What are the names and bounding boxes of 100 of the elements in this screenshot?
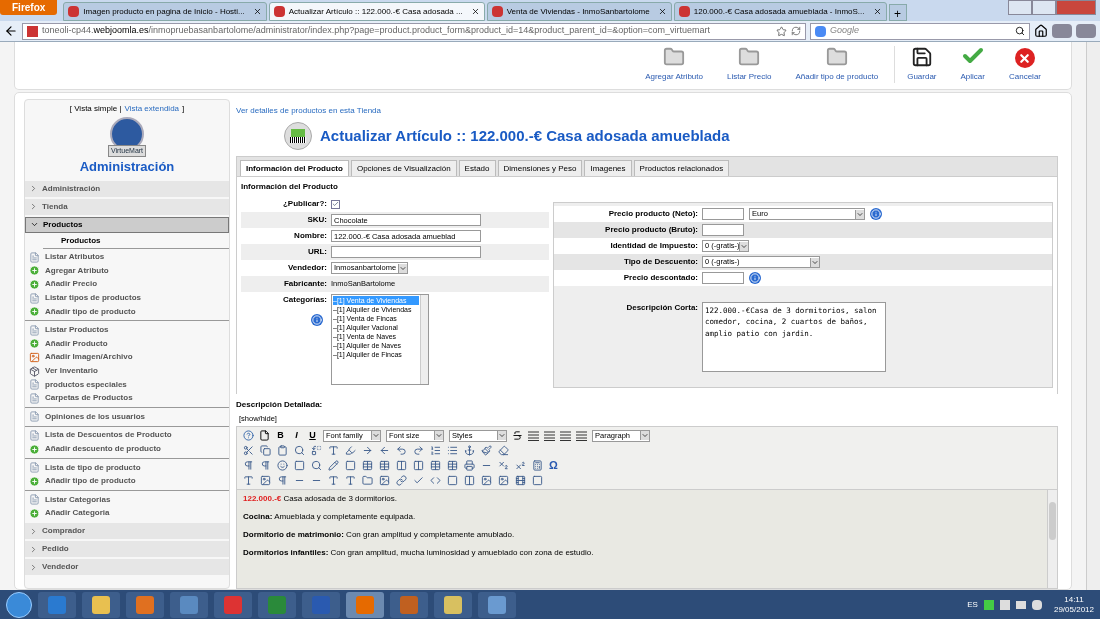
menu-link[interactable]: Listar Atributos [45, 251, 105, 264]
text-field[interactable] [702, 272, 744, 284]
reload-icon[interactable] [791, 26, 801, 36]
menu-link[interactable]: Ver Inventario [45, 365, 98, 378]
browser-tab[interactable]: Actualizar Artículo :: 122.000.-€ Casa adosada ... [268, 2, 485, 21]
tab[interactable]: Opciones de Visualización [350, 160, 457, 176]
tab[interactable]: Estado [458, 160, 496, 176]
menu-section[interactable]: Administración [25, 180, 229, 197]
search-field[interactable]: Google [810, 22, 1030, 40]
details-link[interactable]: Ver detalles de productos en esta Tienda [236, 105, 1058, 117]
image-icon[interactable] [260, 475, 271, 487]
new-document-icon[interactable] [259, 430, 270, 442]
numbered-list-icon[interactable] [430, 445, 441, 457]
menu-link[interactable]: Añadir descuento de producto [45, 443, 161, 455]
highlighter-icon[interactable] [345, 445, 356, 457]
menu-link[interactable]: productos especiales [45, 378, 127, 391]
menu-link[interactable]: Añadir tipo de producto [45, 305, 136, 318]
close-icon[interactable] [470, 7, 480, 16]
image-icon[interactable] [379, 475, 390, 487]
submenu-heading[interactable]: Productos [43, 233, 229, 249]
browser-tab[interactable]: Venta de Viviendas - InmoSanbartolome [486, 2, 672, 21]
toolbar-button[interactable]: Guardar [894, 46, 949, 83]
table-icon[interactable] [447, 460, 458, 472]
toolbar-button[interactable]: Aplicar [948, 44, 997, 83]
paragraph-icon[interactable] [260, 460, 271, 472]
preview-icon[interactable] [311, 460, 322, 472]
close-icon[interactable] [657, 7, 667, 16]
columns-icon[interactable] [413, 460, 424, 472]
browser-tab[interactable]: 120.000.-€ Casa adosada amueblada - InmoS... [673, 2, 887, 21]
layer-icon[interactable] [532, 475, 543, 487]
link-icon[interactable] [396, 475, 407, 487]
menu-link[interactable]: Añadir Categoria [45, 507, 110, 520]
table-icon[interactable] [362, 460, 373, 472]
film-icon[interactable] [515, 475, 526, 487]
toolbar-button[interactable]: Listar Precio [714, 46, 784, 83]
menu-link[interactable]: Lista de Descuentos de Producto [45, 429, 172, 442]
info-icon[interactable] [870, 208, 882, 220]
language-indicator[interactable]: ES [967, 598, 978, 611]
taskbar-button[interactable] [478, 591, 516, 618]
menu-link[interactable]: Agregar Atributo [45, 264, 109, 277]
menu-section[interactable]: Tienda [25, 198, 229, 215]
clock[interactable]: 14:11 29/05/2012 [1053, 594, 1094, 615]
close-icon[interactable] [872, 7, 882, 16]
menu-link[interactable]: Carpetas de Productos [45, 392, 133, 405]
redo-icon[interactable] [413, 445, 424, 457]
subscript-icon[interactable] [498, 460, 509, 472]
scissors-icon[interactable] [243, 445, 254, 457]
edit-icon[interactable] [328, 460, 339, 472]
browser-tab[interactable]: Imagen producto en pagina de Inicio - Hosti... [63, 2, 267, 21]
image-icon[interactable] [498, 475, 509, 487]
start-button[interactable] [6, 591, 32, 618]
code-icon[interactable] [430, 475, 441, 487]
checkbox[interactable] [331, 199, 340, 209]
superscript-icon[interactable] [515, 460, 526, 472]
maximize-icon[interactable] [1032, 0, 1056, 15]
font-icon[interactable] [345, 475, 356, 487]
bookmark-star-icon[interactable] [776, 25, 787, 37]
menu-link[interactable]: Añadir Producto [45, 337, 108, 350]
tab[interactable]: Productos relacionados [633, 160, 730, 176]
outdent-icon[interactable] [379, 445, 390, 457]
new-tab-button[interactable]: + [888, 4, 907, 21]
strikethrough-icon[interactable] [512, 430, 523, 442]
table-icon[interactable] [430, 460, 441, 472]
taskbar-button[interactable] [346, 591, 384, 618]
toolbar-button[interactable]: Cancelar [997, 48, 1053, 83]
taskbar-button[interactable] [170, 591, 208, 618]
replace-icon[interactable] [311, 445, 322, 457]
menu-section[interactable]: Vendedor [25, 559, 229, 576]
taskbar-button[interactable] [82, 591, 120, 618]
search-icon[interactable] [1015, 26, 1025, 36]
menu-link[interactable]: Añadir Imagen/Archivo [45, 351, 133, 364]
toolbar-button[interactable]: Añadir tipo de producto [783, 46, 891, 83]
align-icon[interactable] [544, 430, 555, 441]
image-icon[interactable] [481, 475, 492, 487]
copy-icon[interactable] [260, 445, 271, 457]
menu-link[interactable]: Opiniones de los usuarios [45, 410, 146, 423]
toolbar-button[interactable]: Agregar Atributo [633, 46, 715, 83]
menu-section[interactable]: Pedido [25, 541, 229, 558]
frame-icon[interactable] [345, 460, 356, 472]
undo-icon[interactable] [396, 445, 407, 457]
format-button[interactable]: U [307, 429, 318, 443]
back-icon[interactable] [4, 24, 18, 38]
calculator-icon[interactable] [532, 460, 543, 472]
printer-icon[interactable] [464, 460, 475, 472]
menu-link[interactable]: Añadir Precio [45, 278, 97, 291]
font-icon[interactable] [328, 475, 339, 487]
home-icon[interactable] [1034, 24, 1048, 38]
info-icon[interactable] [311, 314, 323, 326]
tab[interactable]: Dimensiones y Peso [497, 160, 583, 176]
menu-link[interactable]: Listar Productos [45, 324, 109, 337]
columns-icon[interactable] [396, 460, 407, 472]
table-icon[interactable] [379, 460, 390, 472]
text-field[interactable] [331, 246, 481, 258]
info-icon[interactable] [749, 272, 761, 284]
text-color-icon[interactable] [328, 445, 339, 457]
tab[interactable]: Información del Producto [240, 160, 349, 176]
text-field[interactable] [702, 208, 744, 220]
clipboard-icon[interactable] [277, 445, 288, 457]
search-input[interactable]: Google [830, 24, 1011, 38]
help-icon[interactable] [243, 430, 254, 442]
